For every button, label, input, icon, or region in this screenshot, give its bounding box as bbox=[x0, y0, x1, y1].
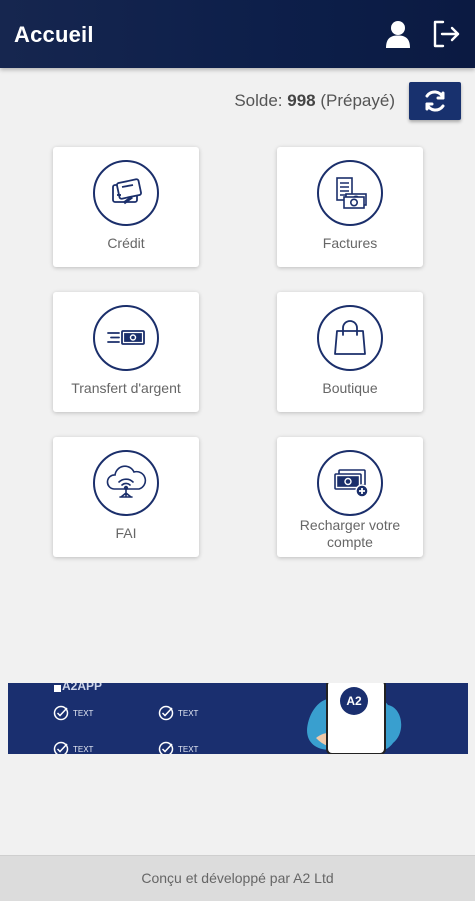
app-bar: Accueil bbox=[0, 0, 475, 68]
check-circle-icon bbox=[158, 705, 174, 721]
phone-logo: A2 bbox=[340, 687, 368, 715]
banner-check-text: TEXT bbox=[73, 744, 94, 754]
banner-check-item: TEXT bbox=[158, 705, 198, 721]
tile-label: Boutique bbox=[322, 380, 378, 396]
balance-label: Solde: bbox=[234, 91, 288, 110]
refresh-icon bbox=[425, 90, 445, 112]
check-circle-icon bbox=[53, 705, 69, 721]
tile-label: Crédit bbox=[107, 235, 145, 251]
balance-display: Solde: 998 (Prépayé) bbox=[234, 91, 395, 111]
tile-label: Factures bbox=[322, 235, 378, 251]
refresh-button[interactable] bbox=[409, 82, 461, 120]
footer: Conçu et développé par A2 Ltd bbox=[0, 855, 475, 901]
tile-factures[interactable]: Factures bbox=[277, 147, 423, 267]
tile-recharge[interactable]: Recharger votre compte bbox=[277, 437, 423, 557]
tile-label: Recharger votre compte bbox=[299, 517, 401, 550]
tile-fai[interactable]: FAI bbox=[53, 437, 199, 557]
footer-text: Conçu et développé par A2 Ltd bbox=[141, 870, 334, 886]
banner-check-item: TEXT bbox=[158, 741, 198, 754]
credit-card-icon bbox=[93, 160, 159, 226]
user-icon[interactable] bbox=[382, 18, 414, 50]
check-circle-icon bbox=[53, 741, 69, 754]
banner-check-text: TEXT bbox=[178, 744, 199, 754]
bills-icon bbox=[317, 160, 383, 226]
balance-type: (Prépayé) bbox=[315, 91, 395, 110]
logout-icon[interactable] bbox=[430, 18, 462, 50]
banner-check-text: TEXT bbox=[178, 708, 199, 718]
tile-money-transfer[interactable]: Transfert d'argent bbox=[53, 292, 199, 412]
tile-credit[interactable]: Crédit bbox=[53, 147, 199, 267]
recharge-money-icon bbox=[317, 450, 383, 516]
cloud-wifi-icon bbox=[93, 450, 159, 516]
phone-mockup: A2 bbox=[326, 683, 386, 754]
promo-banner[interactable]: A2APP TEXT TEXT TEXT TEXT A2 bbox=[8, 683, 468, 754]
tile-label: FAI bbox=[115, 525, 137, 541]
banner-check-item: TEXT bbox=[53, 741, 93, 754]
banner-check-item: TEXT bbox=[53, 705, 93, 721]
money-transfer-icon bbox=[93, 305, 159, 371]
banner-brand: A2APP bbox=[62, 683, 103, 693]
check-circle-icon bbox=[158, 741, 174, 754]
shopping-bag-icon bbox=[317, 305, 383, 371]
tile-boutique[interactable]: Boutique bbox=[277, 292, 423, 412]
page-title: Accueil bbox=[14, 22, 94, 47]
brand-bullet bbox=[54, 685, 61, 692]
balance-amount: 998 bbox=[287, 91, 316, 110]
banner-check-text: TEXT bbox=[73, 708, 94, 718]
tile-label: Transfert d'argent bbox=[71, 380, 181, 396]
